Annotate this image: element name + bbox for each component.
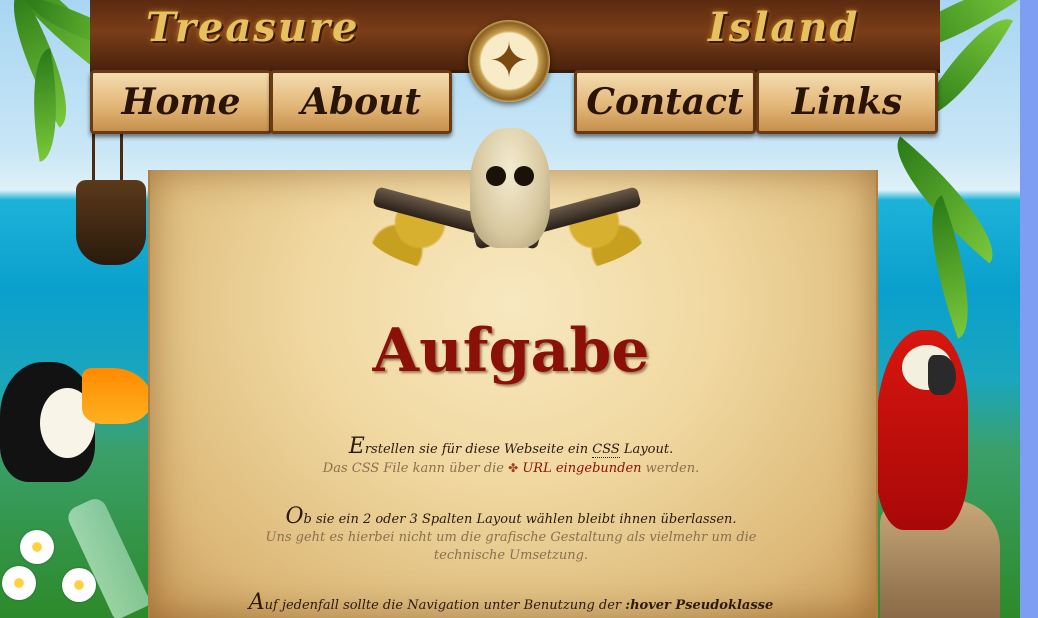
- parrot-beak: [928, 355, 956, 395]
- flower-icon: [62, 568, 96, 602]
- paragraph-1-sub-b: werden.: [641, 461, 700, 476]
- paragraph-1-subtext: Das CSS File kann über die ✤ URL eingebu…: [148, 459, 874, 478]
- skull-eye: [486, 166, 506, 186]
- flower-icon: [20, 530, 54, 564]
- paragraph-3-text: uf jedenfall sollte die Navigation unter…: [264, 598, 626, 613]
- pirate-ship-image: [70, 120, 150, 270]
- paragraph-1-sub-a: Das CSS File kann über die: [322, 461, 509, 476]
- paragraph-2-subtext: Uns geht es hierbei nicht um die grafisc…: [265, 530, 757, 563]
- paragraph-1-text-b: Layout.: [619, 442, 674, 457]
- paragraph-1-text-a: rstellen sie für diese Webseite ein: [364, 442, 593, 457]
- toucan-beak: [82, 368, 152, 424]
- skull-pistols-emblem: [362, 128, 652, 293]
- site-title-left: Treasure: [146, 4, 360, 51]
- nav-home-button[interactable]: Home: [90, 70, 272, 134]
- paragraph-1: Erstellen sie für diese Webseite ein CSS…: [148, 436, 874, 478]
- paragraph-3: Auf jedenfall sollte die Navigation unte…: [148, 592, 874, 615]
- drop-initial: O: [285, 504, 304, 529]
- nav-contact-button[interactable]: Contact: [574, 70, 756, 134]
- window-edge: [1020, 0, 1038, 618]
- skull-icon: [470, 128, 550, 248]
- drop-initial: E: [348, 434, 365, 459]
- nav-about-button[interactable]: About: [270, 70, 452, 134]
- ship-hull: [76, 180, 146, 265]
- compass-rose-icon: ✦: [468, 20, 550, 102]
- clover-icon: ✤: [508, 461, 519, 475]
- paragraph-2: Ob sie ein 2 oder 3 Spalten Layout wähle…: [148, 506, 874, 565]
- drop-initial: A: [248, 590, 265, 615]
- paragraph-2-text: b sie ein 2 oder 3 Spalten Layout wählen…: [303, 512, 737, 527]
- hover-pseudoclass-text: :hover Pseudoklasse: [625, 598, 774, 613]
- css-abbreviation: CSS: [592, 442, 620, 458]
- nav-links-button[interactable]: Links: [756, 70, 938, 134]
- page-title: Aufgabe: [372, 316, 650, 386]
- background-scene: Treasure Island ✦ Home About Contact Lin…: [0, 0, 1020, 618]
- site-title-right: Island: [708, 4, 860, 51]
- url-link[interactable]: URL eingebunden: [522, 461, 641, 476]
- flower-icon: [2, 566, 36, 600]
- skull-eye: [514, 166, 534, 186]
